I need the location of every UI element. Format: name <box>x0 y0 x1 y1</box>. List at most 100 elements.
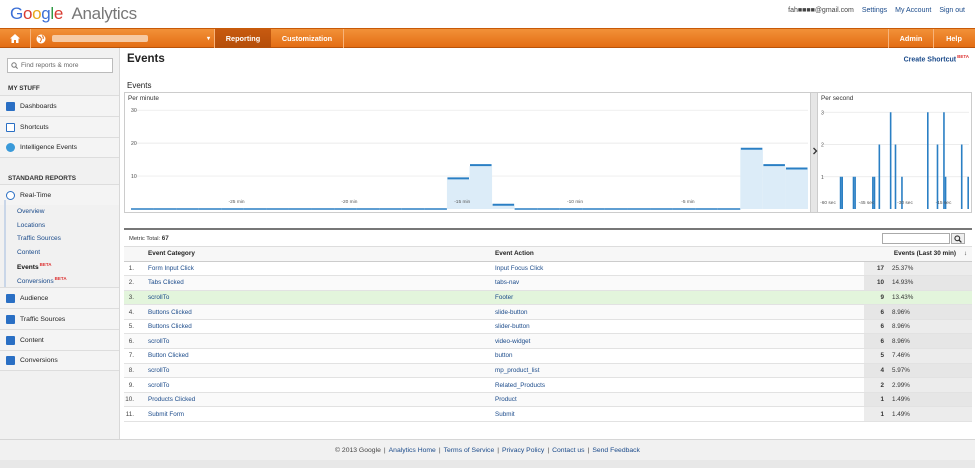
sidebar-item-realtime[interactable]: Real-Time <box>0 184 119 205</box>
table-row[interactable]: 11. Submit Form Submit 1 1.49% <box>124 406 973 423</box>
settings-link[interactable]: Settings <box>862 7 887 14</box>
minute-bar-fill <box>785 169 808 209</box>
sidebar-item-label: Events <box>17 264 39 272</box>
second-bar <box>841 176 843 209</box>
sidebar-item-label: Real-Time <box>20 191 52 199</box>
footer-link-contact[interactable]: Contact us <box>552 447 585 454</box>
events-count-cell: 1 <box>864 406 888 423</box>
event-category-cell[interactable]: Products Clicked <box>142 392 489 408</box>
footer-link-terms[interactable]: Terms of Service <box>444 447 495 454</box>
table-row[interactable]: 3. scrollTo Footer 9 13.43% <box>124 290 973 306</box>
table-row[interactable]: 4. Buttons Clicked slide-button 6 8.96% <box>124 304 973 320</box>
help-button[interactable]: Help <box>933 29 975 48</box>
sidebar-subitem-content[interactable]: Content <box>17 249 40 256</box>
sidebar-item-conversions[interactable]: Conversions <box>0 350 119 371</box>
sidebar-item-label: Conversions <box>20 357 58 364</box>
events-count-cell: 10 <box>864 275 888 291</box>
table-row[interactable]: 8. scrollTo mp_product_list 4 5.97% <box>124 363 973 379</box>
footer-link-feedback[interactable]: Send Feedback <box>592 447 640 454</box>
people-icon <box>6 293 15 303</box>
flag-icon <box>6 356 15 365</box>
create-shortcut-link[interactable]: Create ShortcutBETA <box>904 54 969 63</box>
footer-link-privacy[interactable]: Privacy Policy <box>502 447 544 454</box>
admin-button[interactable]: Admin <box>889 29 933 48</box>
event-category-cell[interactable]: scrollTo <box>142 363 489 379</box>
event-category-cell[interactable]: scrollTo <box>142 290 489 306</box>
second-bar <box>967 176 969 209</box>
table-row[interactable]: 6. scrollTo video-widget 6 8.96% <box>124 333 973 350</box>
event-action-cell[interactable]: Input Focus Click <box>489 261 864 277</box>
event-action-cell[interactable]: button <box>489 348 864 364</box>
table-row[interactable]: 9. scrollTo Related_Products 2 2.99% <box>124 377 973 393</box>
sidebar-item-label: Intelligence Events <box>20 144 78 151</box>
tab-customization[interactable]: Customization <box>271 29 343 48</box>
event-action-cell[interactable]: Related_Products <box>489 377 864 393</box>
event-category-cell[interactable]: Tabs Clicked <box>142 275 489 291</box>
x-tick-label: -10 min <box>567 199 583 205</box>
y-tick-label: 3 <box>821 110 824 116</box>
events-table: Event Category Event Action Events (Last… <box>124 247 973 423</box>
event-action-cell[interactable]: video-widget <box>489 333 864 350</box>
sidebar-item-shortcuts[interactable]: Shortcuts <box>0 116 119 137</box>
sidebar-item-traffic-sources[interactable]: Traffic Sources <box>0 308 119 329</box>
x-tick-label: -45 sec <box>859 200 875 206</box>
sidebar-subitem-events[interactable]: EventsBETA <box>17 262 52 271</box>
footer-link-analytics-home[interactable]: Analytics Home <box>389 447 436 454</box>
event-category-cell[interactable]: scrollTo <box>142 377 489 393</box>
events-count-cell: 17 <box>864 261 888 277</box>
per-minute-chart: Per minute 10 20 30 -25 min -20 min -15 min -1… <box>125 93 810 212</box>
sign-out-link[interactable]: Sign out <box>939 7 965 14</box>
event-category-cell[interactable]: Buttons Clicked <box>142 304 489 320</box>
table-row[interactable]: 10. Products Clicked Product 1 1.49% <box>124 392 973 408</box>
col-event-category-header[interactable]: Event Category <box>142 247 489 262</box>
event-action-cell[interactable]: slide-button <box>489 304 864 320</box>
table-row[interactable]: 1. Form Input Click Input Focus Click 17 25.… <box>124 261 973 277</box>
sidebar-subitem-conversions[interactable]: ConversionsBETA <box>17 276 67 285</box>
sidebar-item-label: Conversions <box>17 278 54 286</box>
per-second-label: Per second <box>821 95 854 102</box>
event-category-cell[interactable]: Button Clicked <box>142 348 489 364</box>
event-category-cell[interactable]: scrollTo <box>142 333 489 350</box>
event-category-cell[interactable]: Form Input Click <box>142 261 489 277</box>
row-index: 7. <box>124 348 142 364</box>
events-percent-cell: 13.43% <box>888 290 973 306</box>
events-count-cell: 1 <box>864 392 888 408</box>
event-action-cell[interactable]: Footer <box>489 290 864 306</box>
events-percent-cell: 8.96% <box>888 333 973 350</box>
my-stuff-heading: MY STUFF <box>8 85 40 92</box>
report-search-input[interactable]: Find reports & more <box>7 58 113 73</box>
logo-google-text: Google <box>10 4 64 23</box>
home-button[interactable] <box>0 29 30 48</box>
sidebar-item-content[interactable]: Content <box>0 329 119 350</box>
table-row[interactable]: 2. Tabs Clicked tabs-nav 10 14.93% <box>124 275 973 291</box>
sidebar-subitem-locations[interactable]: Locations <box>17 222 45 229</box>
globe-button[interactable] <box>30 29 52 48</box>
my-account-link[interactable]: My Account <box>895 7 931 14</box>
table-filter-input[interactable] <box>882 233 950 244</box>
event-action-cell[interactable]: slider-button <box>489 319 864 335</box>
event-category-cell[interactable]: Buttons Clicked <box>142 319 489 335</box>
tab-reporting[interactable]: Reporting <box>215 29 271 48</box>
row-index: 8. <box>124 363 142 379</box>
event-action-cell[interactable]: Product <box>489 392 864 408</box>
event-category-cell[interactable]: Submit Form <box>142 406 489 423</box>
sidebar-subitem-traffic-sources[interactable]: Traffic Sources <box>17 235 61 242</box>
event-action-cell[interactable]: mp_product_list <box>489 363 864 379</box>
events-percent-cell: 8.96% <box>888 304 973 320</box>
table-row[interactable]: 7. Button Clicked button 5 7.46% <box>124 348 973 364</box>
table-search-button[interactable] <box>951 233 965 244</box>
sidebar-item-audience[interactable]: Audience <box>0 287 119 308</box>
col-events-header[interactable]: Events (Last 30 min) ↓ <box>864 247 973 262</box>
metric-total: Metric Total: 67 <box>129 235 169 242</box>
event-action-cell[interactable]: tabs-nav <box>489 275 864 291</box>
google-analytics-logo[interactable]: Google Analytics <box>10 4 137 24</box>
col-event-action-header[interactable]: Event Action <box>489 247 864 262</box>
sidebar-subitem-overview[interactable]: Overview <box>17 208 44 215</box>
account-selector[interactable]: ▾ <box>52 29 214 48</box>
chart-divider-toggle[interactable] <box>810 93 818 212</box>
sidebar-item-dashboards[interactable]: Dashboards <box>0 95 119 116</box>
sidebar-item-label: Traffic Sources <box>20 315 66 323</box>
table-row[interactable]: 5. Buttons Clicked slider-button 6 8.96% <box>124 319 973 335</box>
event-action-cell[interactable]: Submit <box>489 406 864 423</box>
sidebar-item-intelligence[interactable]: Intelligence Events <box>0 137 119 158</box>
